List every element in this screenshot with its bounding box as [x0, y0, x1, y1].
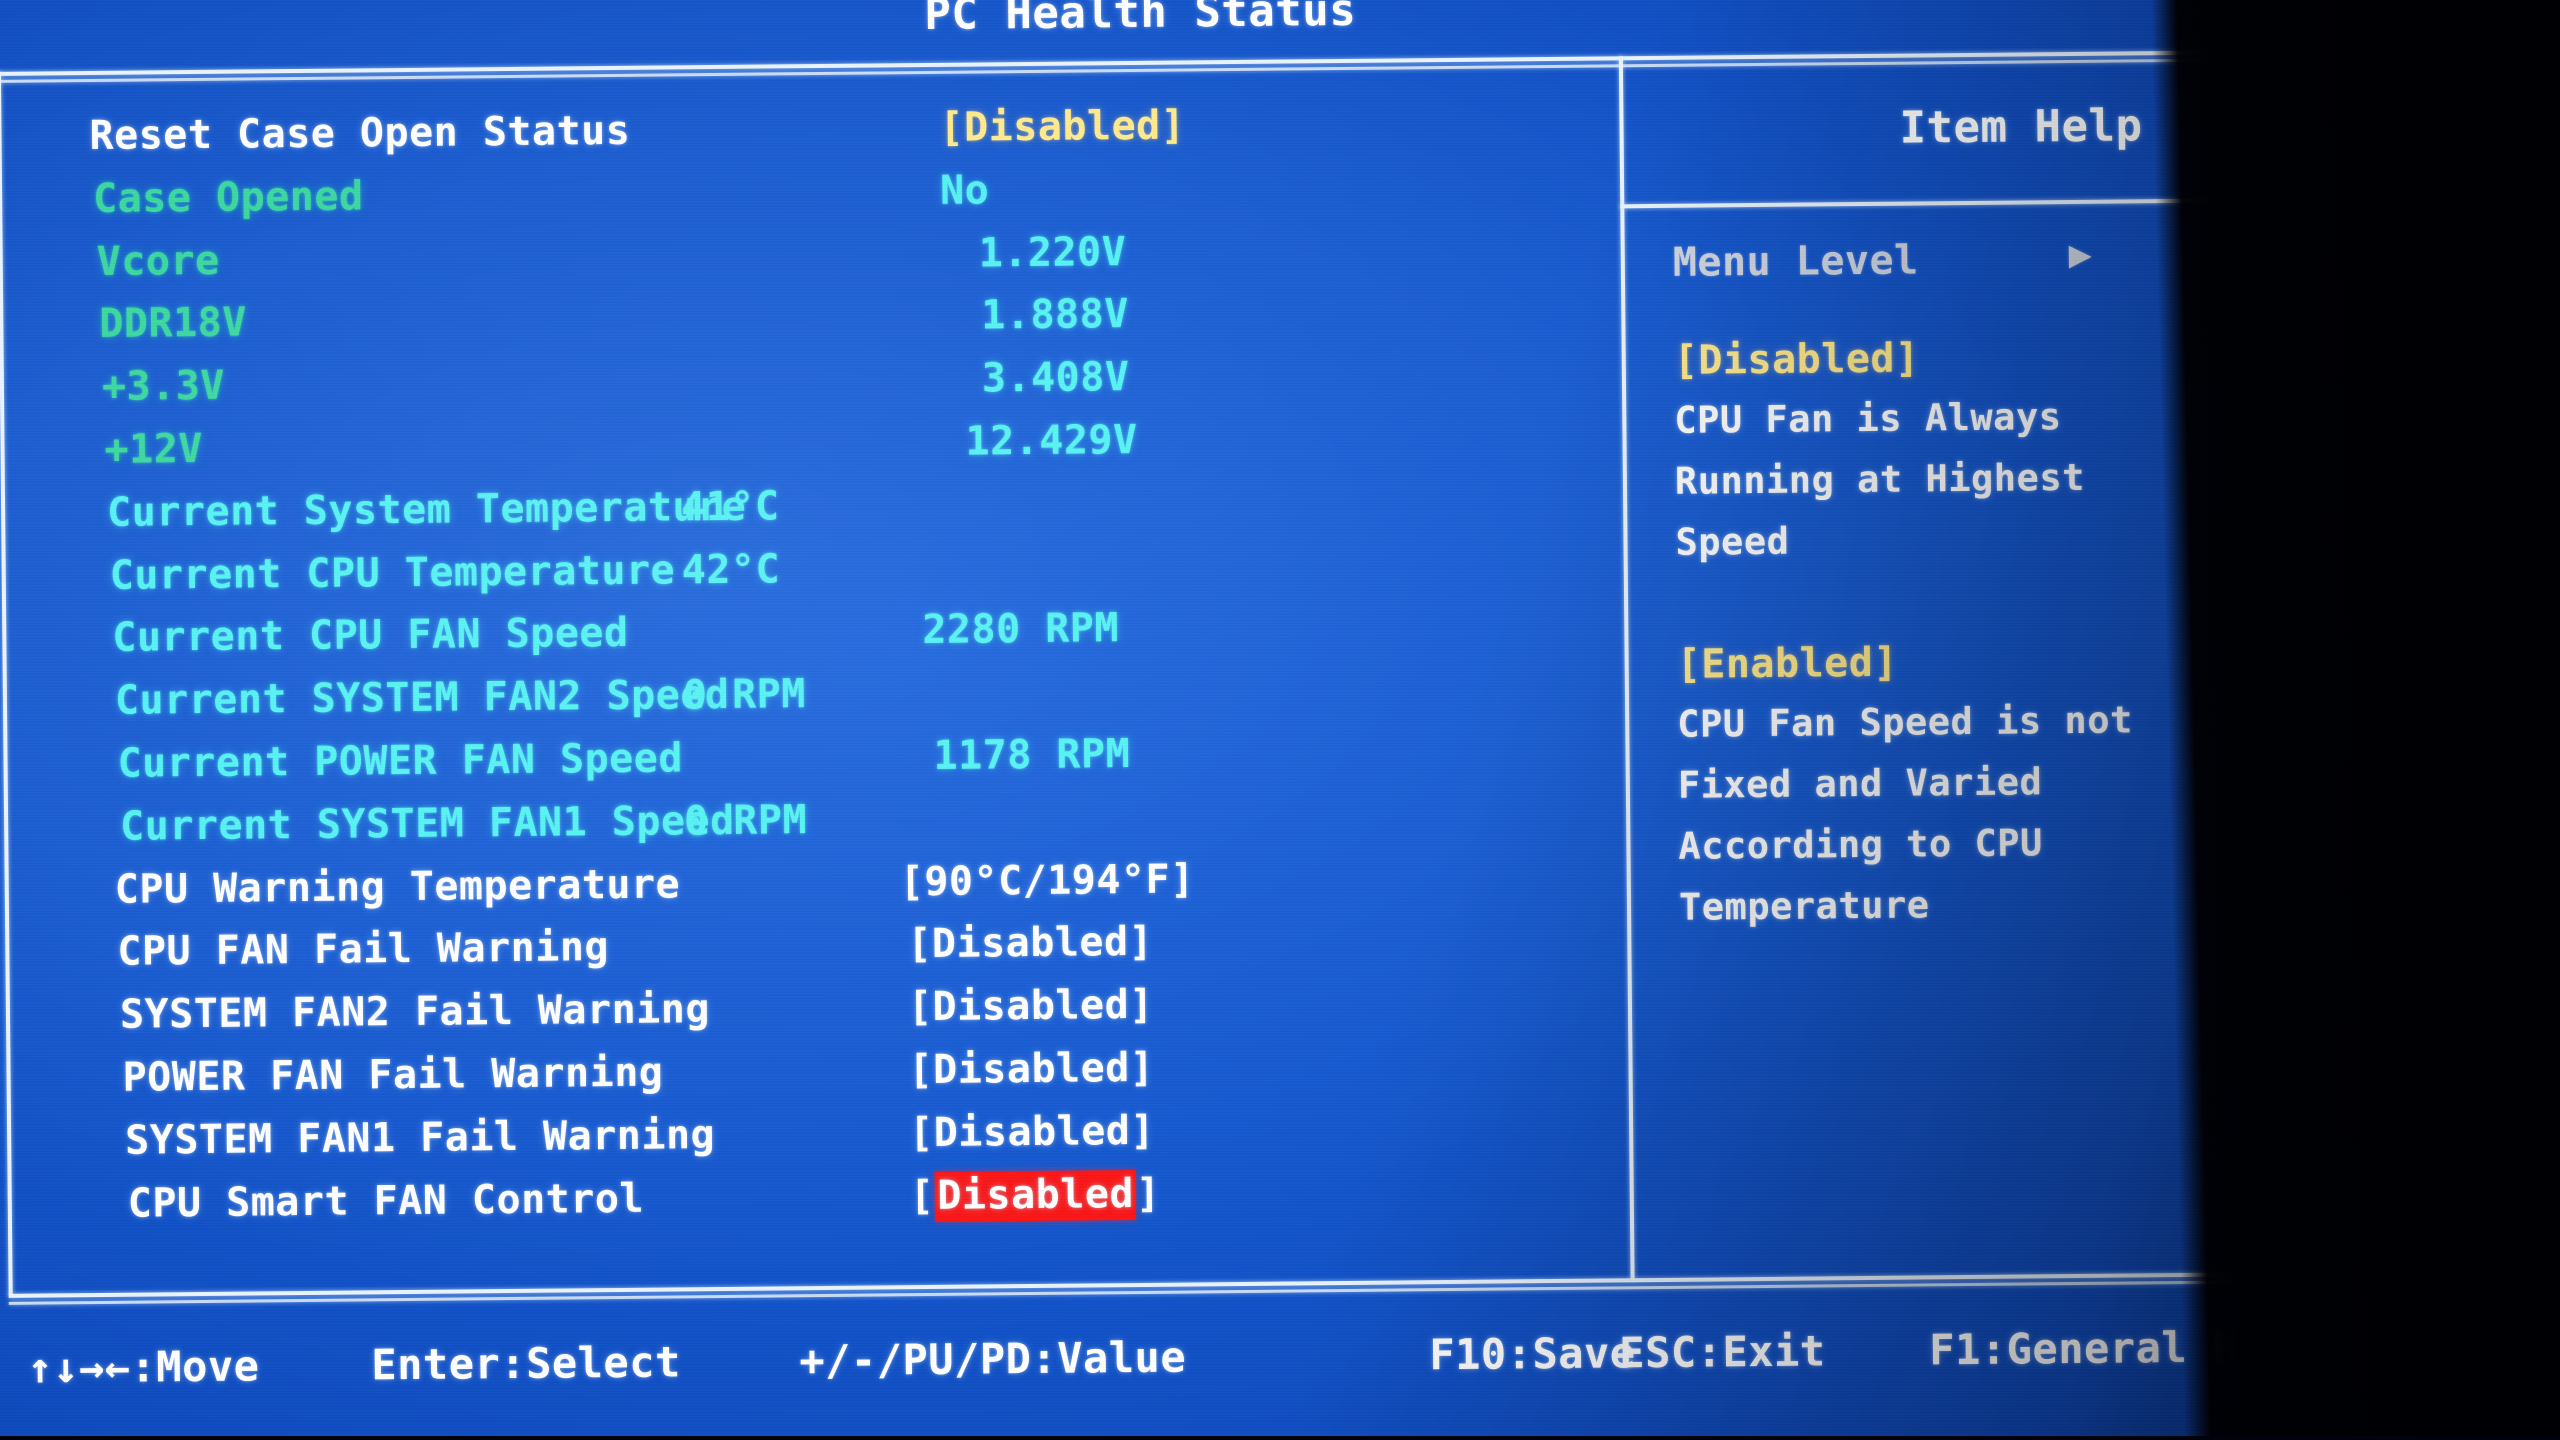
help-line-1-1: Fixed and Varied — [1677, 760, 2043, 807]
setting-value-system-fan1-fail-warning[interactable]: [Disabled] — [909, 1108, 1155, 1156]
setting-label-system-fan2-fail-warning[interactable]: SYSTEM FAN2 Fail Warning — [120, 986, 710, 1038]
chevron-right-icon: ▶ — [2068, 231, 2093, 277]
item-help-title: Item Help — [1899, 100, 2143, 154]
setting-label-vcore: Vcore — [96, 237, 220, 285]
setting-value-power-fan-fail-warning[interactable]: [Disabled] — [908, 1045, 1154, 1093]
setting-label-ddr18v: DDR18V — [99, 299, 248, 348]
setting-value-plus-3-3v: 3.408V — [981, 354, 1130, 402]
setting-value-plus-12v: 12.429V — [965, 416, 1138, 465]
item-help-header-rule — [1620, 197, 2377, 209]
setting-label-current-system-temperature: Current System Temperature — [106, 483, 747, 536]
photographed-bios-screen: CMOS Setup Utility - Copyright (C) 1984-… — [0, 0, 2560, 1440]
status-key-1[interactable]: Enter:Select — [371, 1337, 681, 1389]
help-line-1-2: According to CPU — [1678, 821, 2044, 868]
setting-label-plus-3-3v: +3.3V — [101, 362, 226, 411]
bios-screen: CMOS Setup Utility - Copyright (C) 1984-… — [0, 0, 2393, 1440]
help-heading-0: [Disabled] — [1673, 335, 1920, 384]
setting-label-case-opened: Case Opened — [92, 173, 364, 222]
setting-value-current-system-temperature: 41°C — [680, 483, 780, 531]
help-line-0-2: Speed — [1675, 519, 1790, 564]
setting-label-power-fan-fail-warning[interactable]: POWER FAN Fail Warning — [122, 1050, 663, 1101]
help-line-0-1: Running at Highest — [1674, 455, 2086, 503]
status-key-2[interactable]: +/-/PU/PD:Value — [799, 1333, 1186, 1386]
setting-label-current-cpu-fan-speed: Current CPU FAN Speed — [112, 610, 629, 662]
setting-label-current-system-fan2-speed: Current SYSTEM FAN2 Speed — [114, 672, 730, 724]
setting-label-current-cpu-temperature: Current CPU Temperature — [109, 547, 676, 599]
setting-label-system-fan1-fail-warning[interactable]: SYSTEM FAN1 Fail Warning — [125, 1112, 715, 1164]
status-key-0[interactable]: ↑↓→←:Move — [27, 1341, 260, 1392]
help-line-0-0: CPU Fan is Always — [1674, 395, 2062, 442]
setting-label-plus-12v: +12V — [104, 425, 204, 473]
status-key-4[interactable]: ESC:Exit — [1619, 1326, 1826, 1377]
setting-value-cpu-fan-fail-warning[interactable]: [Disabled] — [907, 919, 1153, 967]
frame-right-edge — [2370, 49, 2387, 1274]
setting-value-current-system-fan2-speed: 0 RPM — [682, 671, 807, 719]
setting-value-current-system-fan1-speed: 0 RPM — [683, 796, 808, 845]
page-title: PC Health Status — [924, 0, 1357, 40]
setting-label-cpu-fan-fail-warning[interactable]: CPU FAN Fail Warning — [117, 924, 609, 975]
help-heading-1: [Enabled] — [1676, 639, 1899, 688]
setting-value-vcore: 1.220V — [978, 228, 1127, 277]
status-key-5[interactable]: F1:General Help — [1929, 1322, 2316, 1375]
setting-value-ddr18v: 1.888V — [981, 291, 1130, 339]
status-key-3[interactable]: F10:Save — [1429, 1328, 1636, 1379]
setting-value-cpu-smart-fan-control[interactable]: [Disabled] — [910, 1169, 1161, 1222]
help-line-1-3: Temperature — [1678, 883, 1930, 929]
setting-label-reset-case-open-status[interactable]: Reset Case Open Status — [89, 108, 630, 159]
menu-level-label: Menu Level — [1672, 237, 1919, 286]
selected-value-highlight[interactable]: Disabled — [934, 1169, 1137, 1222]
help-line-1-0: CPU Fan Speed is not — [1677, 698, 2133, 746]
frame-left-edge — [0, 71, 13, 1296]
setting-value-case-opened: No — [939, 167, 990, 214]
setting-value-reset-case-open-status[interactable]: [Disabled] — [939, 102, 1185, 150]
setting-label-current-system-fan1-speed: Current SYSTEM FAN1 Speed — [119, 797, 735, 850]
setting-value-current-power-fan-speed: 1178 RPM — [933, 731, 1131, 779]
panel-divider — [1618, 56, 1635, 1281]
setting-value-cpu-warning-temperature[interactable]: [90°C/194°F] — [900, 856, 1195, 905]
setting-value-current-cpu-fan-speed: 2280 RPM — [922, 605, 1120, 654]
setting-value-current-cpu-temperature: 42°C — [681, 545, 781, 593]
setting-label-cpu-warning-temperature[interactable]: CPU Warning Temperature — [115, 861, 681, 912]
setting-label-current-power-fan-speed: Current POWER FAN Speed — [117, 735, 684, 787]
setting-label-cpu-smart-fan-control[interactable]: CPU Smart FAN Control — [128, 1175, 645, 1226]
setting-value-system-fan2-fail-warning[interactable]: [Disabled] — [908, 982, 1154, 1030]
